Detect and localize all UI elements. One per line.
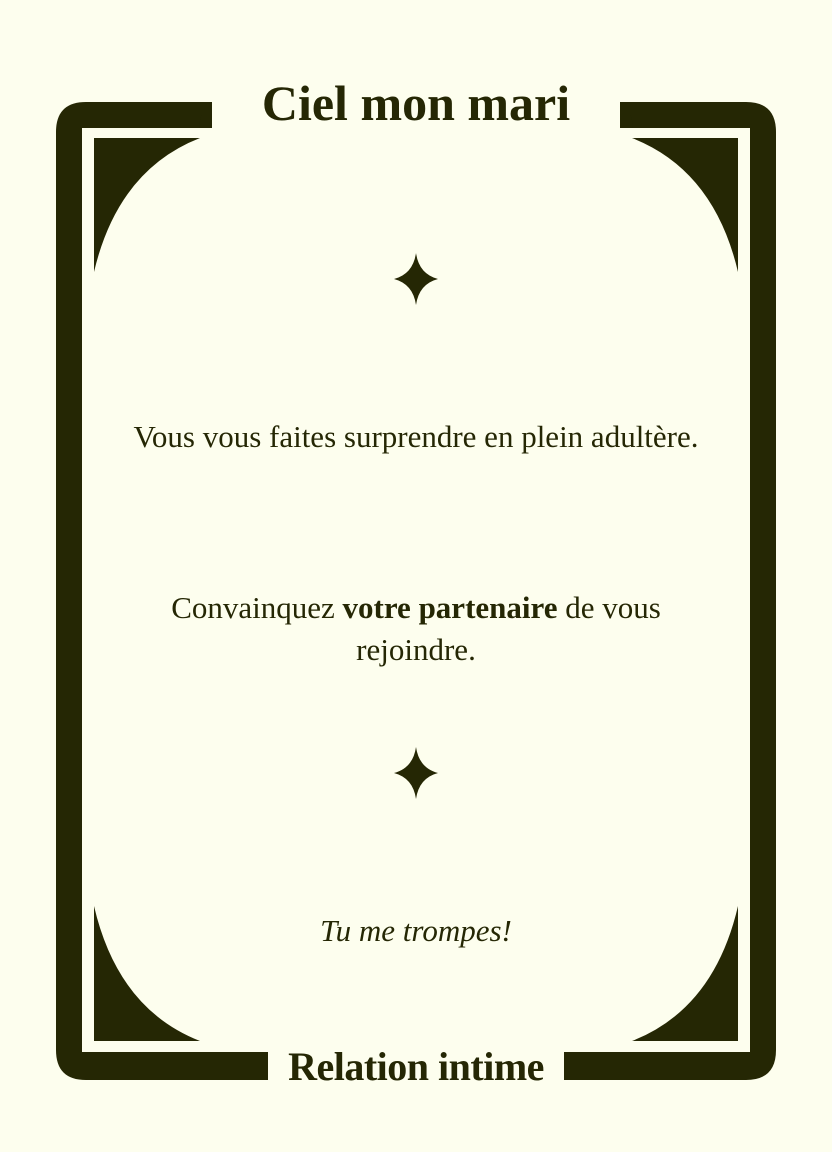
card: Ciel mon mari Vous vous faites surprendr… — [0, 0, 832, 1152]
instruction-emphasis: votre partenaire — [342, 590, 558, 625]
card-frame — [56, 102, 776, 1080]
corner-ornament-top-left — [94, 138, 200, 272]
quote-text: Tu me trompes! — [320, 913, 512, 948]
four-point-star-icon — [394, 253, 438, 305]
four-point-star-icon — [394, 747, 438, 799]
instruction-text: Convainquez votre partenaire de vous rej… — [130, 587, 702, 671]
situation-text: Vous vous faites surprendre en plein adu… — [133, 419, 699, 454]
card-category: Relation intime — [288, 1044, 544, 1089]
card-title: Ciel mon mari — [261, 75, 571, 131]
instruction-before: Convainquez — [171, 590, 343, 625]
corner-ornament-top-right — [632, 138, 738, 272]
